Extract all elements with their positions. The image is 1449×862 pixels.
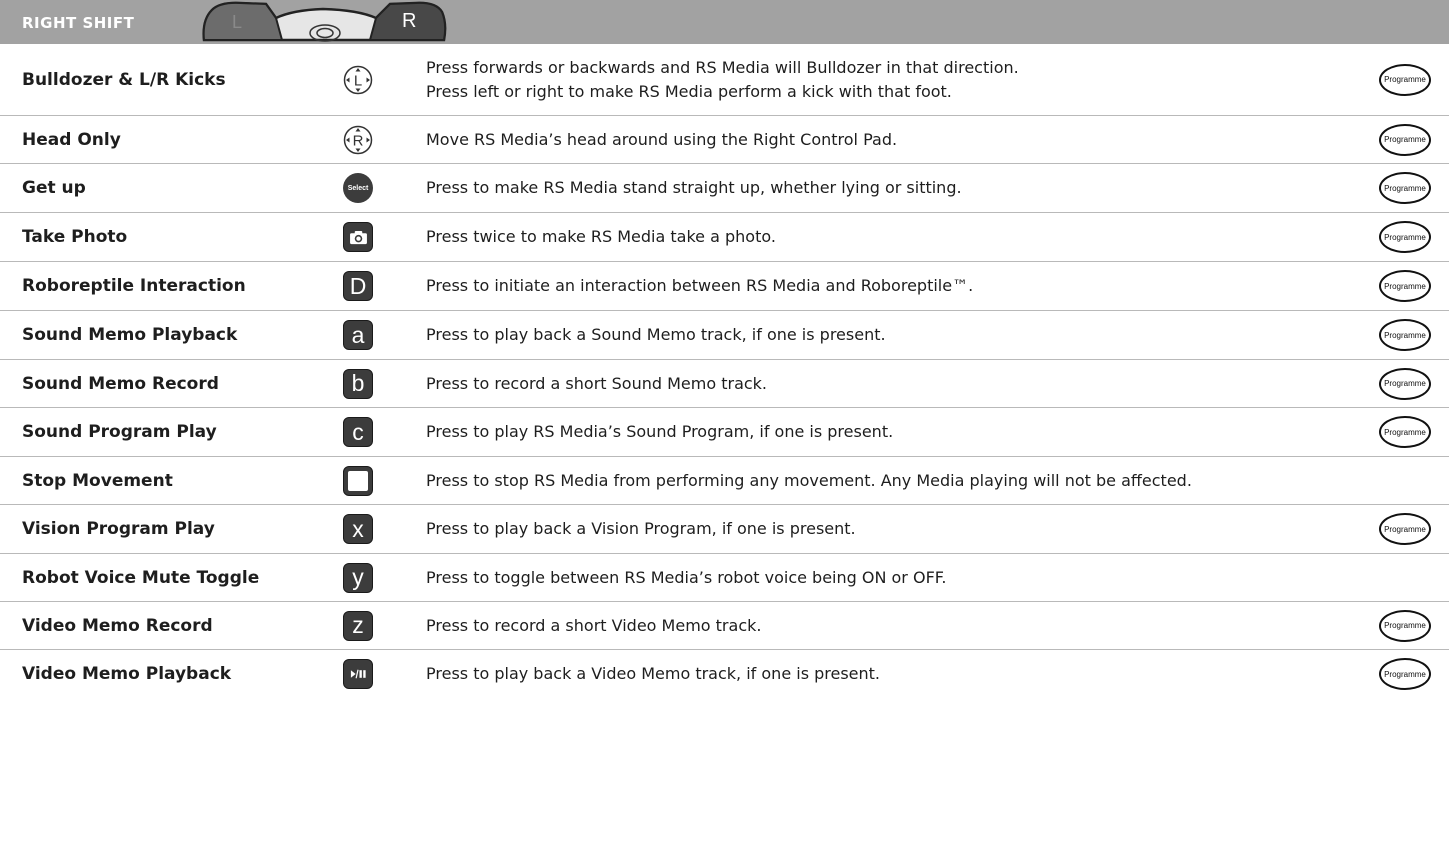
command-label: Vision Program Play bbox=[22, 519, 215, 539]
y-button-icon: y bbox=[343, 562, 373, 593]
command-label: Video Memo Record bbox=[22, 615, 213, 636]
command-description: Press to play back a Video Memo track, i… bbox=[426, 650, 1406, 698]
controller-shoulder-buttons-icon: L R bbox=[202, 1, 447, 42]
command-description: Press to play back a Sound Memo track, i… bbox=[426, 311, 1406, 359]
command-label: Video Memo Playback bbox=[22, 664, 232, 684]
programme-badge: Programme bbox=[1379, 367, 1431, 400]
command-label: Roboreptile Interaction bbox=[22, 276, 246, 296]
command-label: Get up bbox=[22, 178, 86, 198]
play-pause-button-icon bbox=[343, 659, 373, 689]
programme-badge: Programme bbox=[1379, 221, 1431, 253]
programme-badge: Programme bbox=[1379, 513, 1431, 545]
a-button-icon: a bbox=[343, 320, 373, 350]
description-line: Press to play back a Sound Memo track, i… bbox=[426, 325, 886, 344]
description-line: Press forwards or backwards and RS Media… bbox=[426, 57, 1019, 77]
controller-left-label: L bbox=[232, 12, 242, 32]
d-button-icon: D bbox=[343, 271, 373, 301]
svg-text:L: L bbox=[354, 72, 362, 89]
programme-badge: Programme bbox=[1379, 270, 1431, 302]
command-description: Press twice to make RS Media take a phot… bbox=[426, 213, 1406, 261]
description-line: Press left or right to make RS Media per… bbox=[426, 81, 952, 101]
command-description: Press to record a short Video Memo track… bbox=[426, 602, 1406, 649]
table-row: Roboreptile Interaction D Press to initiat… bbox=[0, 262, 1449, 311]
programme-badge: Programme bbox=[1379, 416, 1431, 448]
description-line: Press to toggle between RS Media’s robot… bbox=[426, 567, 947, 587]
command-description: Press to make RS Media stand straight up… bbox=[426, 164, 1406, 212]
programme-badge: Programme bbox=[1379, 172, 1431, 204]
z-button-icon: z bbox=[343, 610, 373, 641]
description-line: Press to record a short Video Memo track… bbox=[426, 615, 762, 635]
command-description: Press forwards or backwards and RS Media… bbox=[426, 44, 1406, 115]
select-button-icon: Select bbox=[343, 173, 373, 203]
description-line: Press to play back a Video Memo track, i… bbox=[426, 664, 881, 683]
table-row: Sound Memo Playback a Press to play back a… bbox=[0, 311, 1449, 360]
section-title: RIGHT SHIFT bbox=[22, 14, 135, 32]
command-label: Sound Program Play bbox=[22, 422, 217, 442]
description-line: Press to stop RS Media from performing a… bbox=[426, 470, 1192, 490]
description-line: Move RS Media’s head around using the Ri… bbox=[426, 129, 898, 149]
command-description: Press to toggle between RS Media’s robot… bbox=[426, 554, 1406, 601]
description-line: Press to play RS Media’s Sound Program, … bbox=[426, 422, 894, 441]
table-row: Head Only R Move RS Media’s head around us… bbox=[0, 116, 1449, 164]
table-row: Robot Voice Mute Toggle y Press to toggle … bbox=[0, 554, 1449, 602]
svg-text:R: R bbox=[353, 132, 364, 149]
section-header: RIGHT SHIFT L R bbox=[0, 0, 1449, 44]
command-label: Head Only bbox=[22, 129, 121, 150]
description-line: Press to record a short Sound Memo track… bbox=[426, 373, 768, 393]
c-button-icon: c bbox=[343, 417, 373, 447]
table-row: Vision Program Play x Press to play back a… bbox=[0, 505, 1449, 554]
right-control-pad-icon: R bbox=[343, 125, 373, 155]
table-row: Sound Program Play c Press to play RS Medi… bbox=[0, 408, 1449, 457]
command-label: Stop Movement bbox=[22, 470, 173, 491]
description-line: Press to make RS Media stand straight up… bbox=[426, 178, 962, 197]
controller-right-label: R bbox=[402, 10, 416, 32]
table-row: Get up Select Press to make RS Media stand… bbox=[0, 164, 1449, 213]
command-label: Robot Voice Mute Toggle bbox=[22, 567, 260, 588]
command-description: Press to initiate an interaction between… bbox=[426, 262, 1406, 310]
command-description: Press to play back a Vision Program, if … bbox=[426, 505, 1406, 553]
command-table: Bulldozer & L/R Kicks L Press forwards or … bbox=[0, 44, 1449, 698]
table-row: Sound Memo Record b Press to record a shor… bbox=[0, 360, 1449, 408]
programme-badge: Programme bbox=[1379, 63, 1431, 96]
programme-badge: Programme bbox=[1379, 658, 1431, 690]
command-description: Press to play RS Media’s Sound Program, … bbox=[426, 408, 1406, 456]
description-line: Press to initiate an interaction between… bbox=[426, 276, 974, 295]
b-button-icon: b bbox=[343, 368, 373, 399]
programme-badge: Programme bbox=[1379, 123, 1431, 156]
stop-button-icon bbox=[343, 465, 373, 496]
command-label: Sound Memo Playback bbox=[22, 325, 238, 345]
programme-badge: Programme bbox=[1379, 609, 1431, 642]
description-line: Press to play back a Vision Program, if … bbox=[426, 519, 856, 538]
table-row: Video Memo Record z Press to record a shor… bbox=[0, 602, 1449, 650]
table-row: Bulldozer & L/R Kicks L Press forwards or … bbox=[0, 44, 1449, 116]
camera-button-icon bbox=[343, 222, 373, 252]
left-control-pad-icon: L bbox=[343, 65, 373, 95]
command-description: Move RS Media’s head around using the Ri… bbox=[426, 116, 1406, 163]
command-label: Take Photo bbox=[22, 227, 128, 247]
programme-badge: Programme bbox=[1379, 319, 1431, 351]
command-description: Press to record a short Sound Memo track… bbox=[426, 360, 1406, 407]
description-line: Press twice to make RS Media take a phot… bbox=[426, 227, 776, 246]
command-label: Sound Memo Record bbox=[22, 373, 219, 394]
command-description: Press to stop RS Media from performing a… bbox=[426, 457, 1406, 504]
command-label: Bulldozer & L/R Kicks bbox=[22, 69, 226, 90]
x-button-icon: x bbox=[343, 514, 373, 544]
table-row: Video Memo Playback Press to play back a … bbox=[0, 650, 1449, 698]
table-row: Take Photo Press twice to make RS Media t… bbox=[0, 213, 1449, 262]
table-row: Stop Movement Press to stop RS Media from… bbox=[0, 457, 1449, 505]
